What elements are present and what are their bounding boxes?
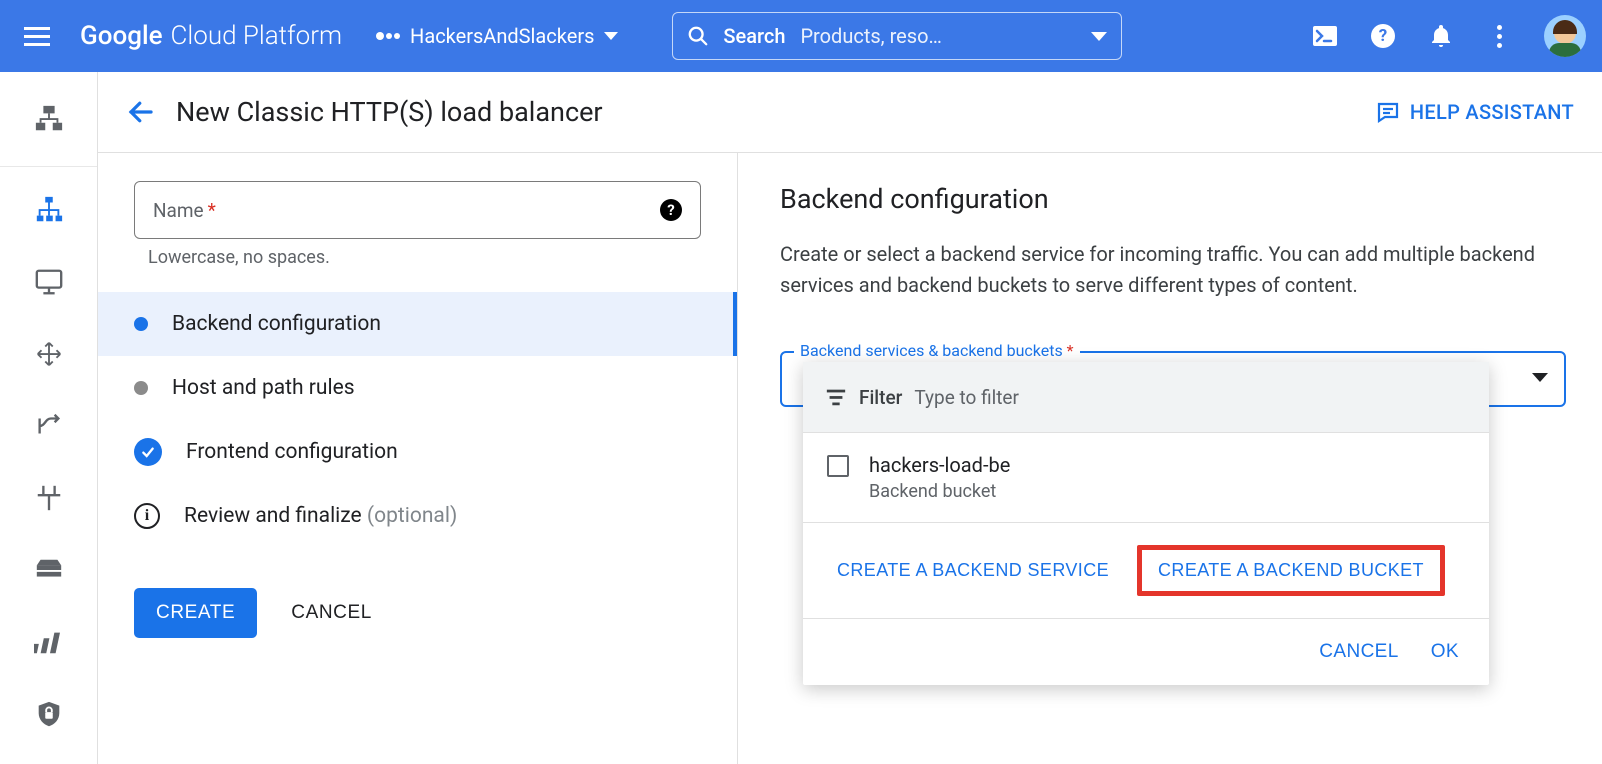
step-frontend-configuration[interactable]: Frontend configuration — [98, 420, 737, 484]
avatar[interactable] — [1544, 15, 1586, 57]
cloud-shell-icon[interactable] — [1312, 23, 1338, 49]
brand[interactable]: Google Cloud Platform — [80, 21, 342, 51]
more-icon[interactable] — [1486, 23, 1512, 49]
option-name: hackers-load-be — [869, 453, 1010, 477]
rail-monitor-icon[interactable] — [0, 253, 98, 311]
chevron-down-icon — [604, 32, 618, 40]
brand-cloud-platform: Cloud Platform — [171, 21, 343, 51]
backend-select[interactable]: Backend services & backend buckets * Fil… — [780, 351, 1566, 407]
step-label: Host and path rules — [172, 376, 355, 400]
detail-title: Backend configuration — [780, 183, 1566, 215]
app-header: Google Cloud Platform HackersAndSlackers… — [0, 0, 1602, 72]
search-placeholder: Products, reso… — [800, 24, 941, 48]
step-bullet-icon — [134, 317, 148, 331]
rail-analytics-icon[interactable] — [0, 613, 98, 671]
help-icon[interactable]: ? — [1370, 23, 1396, 49]
create-backend-bucket-button[interactable]: CREATE A BACKEND BUCKET — [1152, 556, 1430, 585]
menu-icon[interactable] — [24, 22, 52, 50]
popover-ok-button[interactable]: OK — [1431, 641, 1459, 663]
project-icon — [376, 32, 400, 40]
svg-text:?: ? — [1379, 26, 1387, 46]
page-title: New Classic HTTP(S) load balancer — [176, 96, 603, 128]
brand-google: Google — [80, 21, 163, 51]
side-rail — [0, 72, 98, 764]
chevron-down-icon — [1091, 32, 1107, 41]
project-picker[interactable]: HackersAndSlackers — [362, 24, 632, 48]
chat-icon — [1376, 100, 1400, 124]
step-bullet-icon — [134, 381, 148, 395]
create-backend-service-button[interactable]: CREATE A BACKEND SERVICE — [823, 545, 1123, 596]
rail-load-balancing-icon[interactable] — [0, 181, 98, 239]
rail-electric-icon[interactable] — [0, 469, 98, 527]
rail-nat-icon[interactable] — [0, 397, 98, 455]
field-help-icon[interactable]: ? — [660, 199, 682, 221]
page-header: New Classic HTTP(S) load balancer HELP A… — [98, 72, 1602, 152]
search-label: Search — [723, 24, 785, 48]
help-assistant-button[interactable]: HELP ASSISTANT — [1376, 100, 1574, 124]
name-label: Name — [153, 199, 204, 222]
project-name: HackersAndSlackers — [410, 24, 594, 48]
create-row: CREATE A BACKEND SERVICE CREATE A BACKEN… — [803, 522, 1489, 618]
wizard-pane: Name* ? Lowercase, no spaces. Backend co… — [98, 153, 738, 764]
create-button[interactable]: CREATE — [134, 588, 257, 638]
checkbox[interactable] — [827, 455, 849, 477]
rail-move-icon[interactable] — [0, 325, 98, 383]
filter-placeholder: Type to filter — [914, 386, 1019, 409]
rail-security-icon[interactable] — [0, 685, 98, 743]
rail-storage-icon[interactable] — [0, 541, 98, 599]
name-hint: Lowercase, no spaces. — [148, 247, 701, 268]
backend-select-label: Backend services & backend buckets * — [794, 341, 1080, 360]
step-host-path-rules[interactable]: Host and path rules — [98, 356, 737, 420]
cancel-button[interactable]: CANCEL — [291, 602, 372, 624]
filter-icon — [825, 387, 847, 407]
step-check-icon — [134, 438, 162, 466]
step-info-icon: i — [134, 503, 160, 529]
chevron-down-icon — [1532, 373, 1548, 382]
header-actions: ? — [1312, 15, 1586, 57]
step-label: Frontend configuration — [186, 440, 398, 464]
notifications-icon[interactable] — [1428, 23, 1454, 49]
required-mark: * — [208, 199, 216, 222]
content: Name* ? Lowercase, no spaces. Backend co… — [98, 152, 1602, 764]
rail-network-services-icon[interactable] — [0, 86, 98, 152]
popover-actions: CANCEL OK — [803, 618, 1489, 685]
wizard-actions: CREATE CANCEL — [134, 588, 701, 638]
step-label: Review and finalize (optional) — [184, 504, 457, 528]
step-backend-configuration[interactable]: Backend configuration — [98, 292, 737, 356]
backend-select-popover: Filter Type to filter hackers-load-be Ba… — [803, 362, 1489, 685]
filter-label: Filter — [859, 386, 902, 409]
step-label: Backend configuration — [172, 312, 381, 336]
filter-bar[interactable]: Filter Type to filter — [803, 362, 1489, 432]
help-assistant-label: HELP ASSISTANT — [1410, 100, 1574, 124]
detail-description: Create or select a backend service for i… — [780, 239, 1566, 301]
search-icon — [687, 25, 709, 47]
backend-option[interactable]: hackers-load-be Backend bucket — [803, 432, 1489, 522]
search-box[interactable]: Search Products, reso… — [672, 12, 1122, 60]
back-arrow-icon[interactable] — [126, 97, 156, 127]
popover-cancel-button[interactable]: CANCEL — [1319, 641, 1398, 663]
option-type: Backend bucket — [869, 481, 1010, 502]
step-review-finalize[interactable]: i Review and finalize (optional) — [98, 484, 737, 548]
wizard-steps: Backend configuration Host and path rule… — [98, 292, 737, 548]
name-input[interactable]: Name* ? — [134, 181, 701, 239]
highlight-box: CREATE A BACKEND BUCKET — [1137, 545, 1445, 596]
detail-pane: Backend configuration Create or select a… — [738, 153, 1602, 764]
